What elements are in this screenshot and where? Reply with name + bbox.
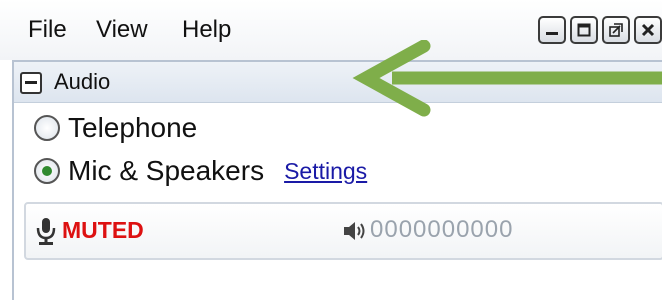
maximize-icon bbox=[577, 23, 591, 37]
close-icon bbox=[641, 23, 655, 37]
mic-status-muted: MUTED bbox=[62, 217, 144, 243]
settings-link[interactable]: Settings bbox=[284, 158, 367, 185]
menu-view[interactable]: View bbox=[96, 16, 148, 44]
audio-panel-title: Audio bbox=[54, 69, 111, 94]
speaker-icon[interactable] bbox=[342, 219, 368, 243]
microphone-icon[interactable] bbox=[34, 216, 58, 246]
telephone-label: Telephone bbox=[68, 112, 198, 143]
menu-file[interactable]: File bbox=[28, 16, 67, 44]
speaker-level-meter: 0000000000 bbox=[370, 216, 514, 243]
audio-status-bar: MUTED 0000000000 bbox=[24, 202, 662, 260]
restore-icon bbox=[609, 23, 623, 37]
annotation-arrow-icon bbox=[352, 40, 662, 117]
minimize-icon bbox=[546, 32, 558, 35]
collapse-icon[interactable] bbox=[20, 72, 42, 94]
telephone-radio[interactable] bbox=[34, 115, 60, 141]
option-telephone[interactable]: Telephone bbox=[34, 112, 197, 144]
mic-speakers-radio[interactable] bbox=[34, 158, 60, 184]
menu-help[interactable]: Help bbox=[182, 16, 231, 44]
option-mic-speakers[interactable]: Mic & Speakers Settings bbox=[34, 155, 367, 187]
mic-speakers-label: Mic & Speakers bbox=[68, 155, 265, 186]
